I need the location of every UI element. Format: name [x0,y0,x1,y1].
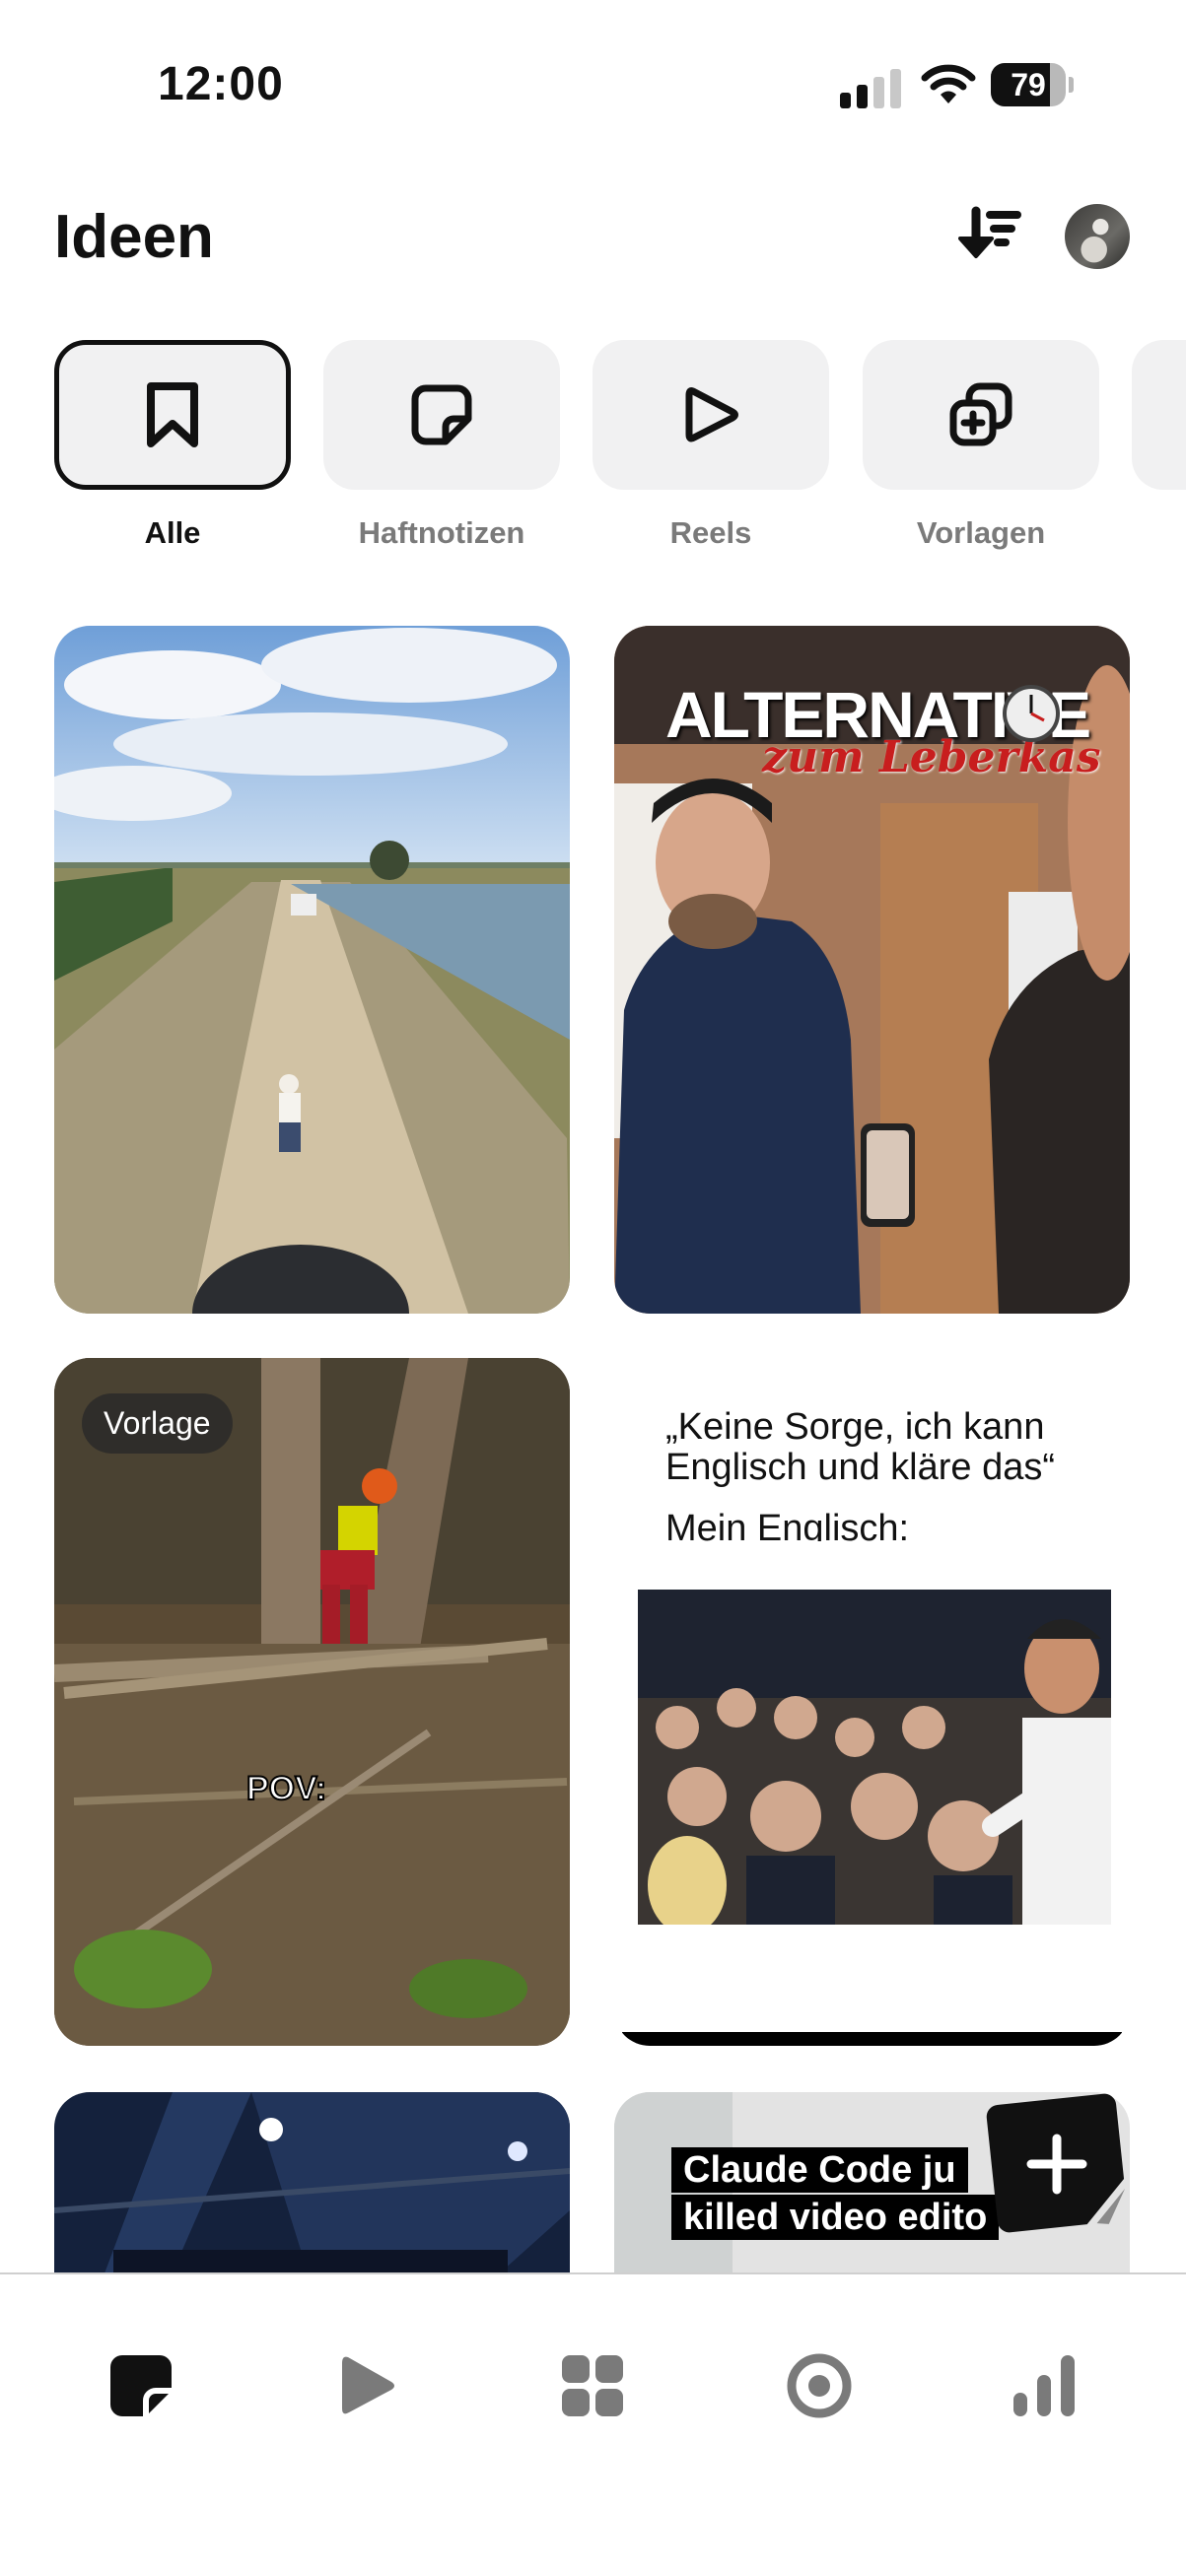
card-headline: Claude Code ju killed video edito [671,2146,1000,2241]
chip-label-haftnotizen: Haftnotizen [358,515,525,550]
chip-alle[interactable] [54,340,291,490]
nav-target[interactable] [765,2332,873,2440]
page-title: Ideen [54,203,214,271]
wifi-icon [921,64,976,103]
feed-card-forest[interactable]: Vorlage POV: [54,1358,570,2046]
add-button[interactable] [974,2079,1132,2237]
feed-card-landscape[interactable] [54,626,570,1314]
nav-reels[interactable] [314,2332,422,2440]
chip-label-vorlagen: Vorlagen [916,515,1046,550]
feed-card-meme[interactable]: „Keine Sorge, ich kann Englisch und klär… [614,1358,1130,2046]
card-caption-pov: POV: [245,1769,327,1808]
bottom-nav [0,2272,1186,2576]
filter-chips: Alle Haftnotizen Reels Vorlagen [0,340,1186,557]
battery-percent: 79 [1011,67,1046,102]
stopwatch-icon [1003,685,1060,742]
grid-icon [562,2355,623,2416]
battery-icon: 79 [991,63,1074,106]
target-icon [787,2353,852,2418]
chip-more[interactable] [1132,340,1186,490]
card-headline-line1: Claude Code ju [671,2147,968,2193]
meme-text-line3: Mein Englisch: [665,1508,910,1541]
signal-icon [840,67,901,108]
meme-text-line2: Englisch und kläre das“ [665,1447,1055,1488]
chip-label-alle: Alle [144,515,201,550]
chip-vorlagen[interactable] [863,340,1099,490]
sticky-note-icon [411,384,472,445]
template-icon [949,382,1012,446]
play-icon [342,2356,394,2414]
card-headline-line2: killed video edito [671,2195,1000,2240]
chip-haftnotizen[interactable] [323,340,560,490]
bookmark-icon [147,382,198,447]
nav-notes[interactable] [87,2332,195,2440]
meme-bottom-bar [622,2032,1122,2046]
feed-card-leberkas[interactable]: ALTERNATIVE zum Leberkas [614,626,1130,1314]
status-time: 12:00 [158,58,284,110]
sort-button[interactable] [954,205,1023,270]
meme-text: „Keine Sorge, ich kann Englisch und klär… [665,1407,1055,1488]
sort-icon [958,206,1021,258]
avatar[interactable] [1065,204,1130,269]
stats-icon [1013,2355,1075,2416]
forest-thumbnail [54,1358,570,2046]
play-icon [685,387,738,442]
chip-label-reels: Reels [669,515,752,550]
template-badge: Vorlage [82,1393,233,1454]
status-bar: 12:00 79 [0,0,1186,168]
nav-grid[interactable] [538,2332,647,2440]
meme-photo [638,1590,1111,1925]
add-icon [986,2093,1126,2233]
landscape-thumbnail [54,626,570,1314]
meme-text-line1: „Keine Sorge, ich kann [665,1406,1045,1448]
chip-reels[interactable] [593,340,829,490]
notes-icon [110,2355,172,2416]
nav-stats[interactable] [990,2332,1098,2440]
